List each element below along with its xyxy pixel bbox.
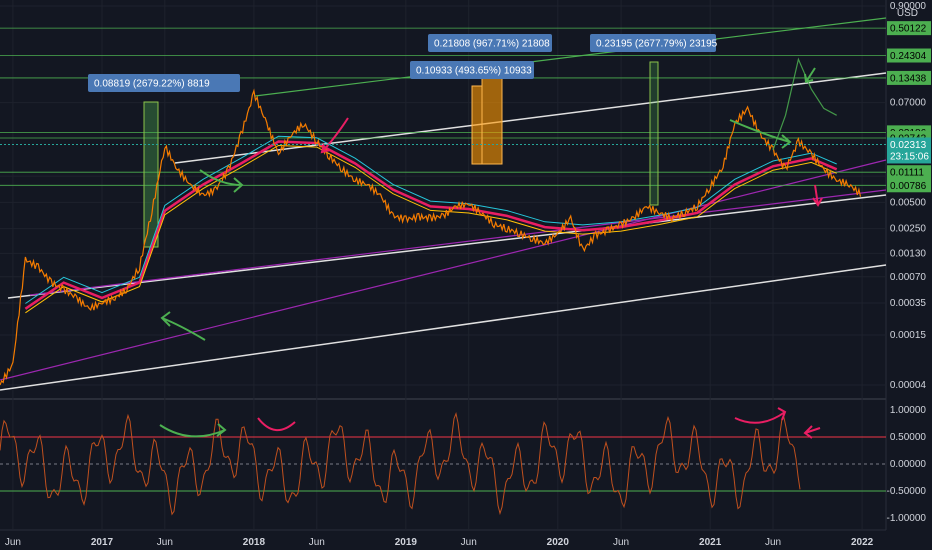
current-price-label: 0.02313: [890, 140, 927, 151]
y-tick-label: 0.00035: [890, 298, 927, 309]
x-tick-label: 2020: [547, 537, 570, 548]
x-tick-label: 2018: [243, 537, 266, 548]
countdown-label: 23:15:06: [890, 151, 929, 162]
osc-y-tick-label: 0.50000: [890, 432, 927, 443]
y-tick-label: 0.00015: [890, 330, 927, 341]
price-chart[interactable]: Jun 2017 Jun 2018 Jun 2019 Jun 2020 Jun 2021 Jun 20…: [0, 0, 932, 550]
measure-label: 0.08819 (2679.22%) 8819: [94, 79, 210, 90]
x-tick-label: 2022: [851, 537, 874, 548]
y-tick-label: 0.00004: [890, 380, 927, 391]
x-tick-label: 2017: [91, 537, 114, 548]
price-tag-label: 0.13438: [890, 73, 927, 84]
osc-y-tick-label: -1.00000: [887, 513, 927, 524]
measure-label: 0.10933 (493.65%) 10933: [416, 66, 532, 77]
x-tick-label: Jun: [157, 537, 173, 548]
y-tick-label: 0.00250: [890, 224, 927, 235]
price-tag-label: 0.00786: [890, 181, 927, 192]
osc-y-tick-label: 1.00000: [890, 405, 927, 416]
y-tick-label: 0.00130: [890, 248, 927, 259]
measure-label: 0.23195 (2677.79%) 23195: [596, 39, 718, 50]
price-tag-label: 0.24304: [890, 51, 927, 62]
y-tick-label: 0.00500: [890, 197, 927, 208]
x-tick-label: Jun: [613, 537, 629, 548]
x-tick-label: Jun: [309, 537, 325, 548]
measure-column: [143, 101, 159, 248]
osc-y-tick-label: 0.00000: [890, 459, 927, 470]
measure-column: [649, 61, 659, 206]
x-tick-label: 2021: [699, 537, 722, 548]
currency-label: USD: [897, 8, 918, 19]
price-tag-label: 0.01111: [890, 168, 924, 179]
measure-column: [471, 85, 483, 165]
y-tick-label: 0.00070: [890, 272, 927, 283]
x-tick-label: 2019: [395, 537, 418, 548]
measure-label: 0.21808 (967.71%) 21808: [434, 39, 550, 50]
osc-y-tick-label: -0.50000: [887, 486, 927, 497]
price-tag-label: 0.50122: [890, 24, 927, 35]
y-tick-label: 0.07000: [890, 98, 927, 109]
x-tick-label: Jun: [765, 537, 781, 548]
x-tick-label: Jun: [5, 537, 21, 548]
x-tick-label: Jun: [461, 537, 477, 548]
